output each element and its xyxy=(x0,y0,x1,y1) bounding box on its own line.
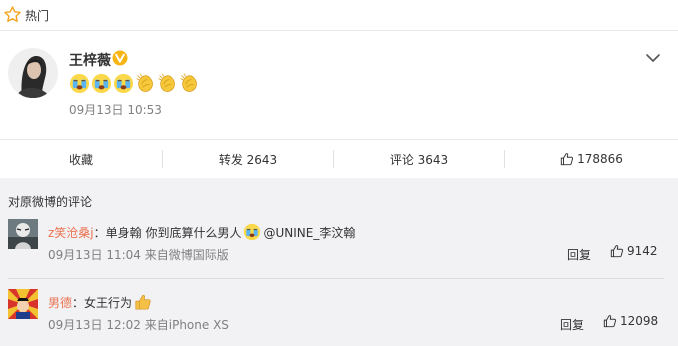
comments-section: 对原微博的评论 z笑沧桑j ： 单身翰 你到底算什么男人 @UNINE_李汶翰 … xyxy=(0,178,678,346)
clapping-hands-icon xyxy=(180,73,197,92)
author-avatar[interactable] xyxy=(8,48,58,98)
favorite-button[interactable]: 收藏 xyxy=(0,140,162,178)
clapping-hands-icon xyxy=(136,73,153,92)
comment-body: 女王行为 xyxy=(84,295,133,310)
comment-meta: 09月13日 12:02 来自iPhone XS xyxy=(48,318,229,332)
comment-colon: ： xyxy=(72,295,85,310)
comment-text: z笑沧桑j ： 单身翰 你到底算什么男人 @UNINE_李汶翰 xyxy=(48,223,355,241)
comment-label: 评论 3643 xyxy=(389,152,449,167)
post-card: 王梓薇 09月13日 10:53 xyxy=(0,31,678,139)
comment-button[interactable]: 评论 3643 xyxy=(334,140,504,178)
like-count: 178866 xyxy=(577,152,623,166)
thumbs-up-icon xyxy=(610,245,624,258)
comment-like-button[interactable]: 9142 xyxy=(610,244,658,258)
author-name[interactable]: 王梓薇 xyxy=(69,50,111,70)
post-action-bar: 收藏 转发 2643 评论 3643 178866 xyxy=(0,139,678,178)
crying-emoji-icon xyxy=(69,73,90,94)
reply-button[interactable]: 回复 xyxy=(567,246,591,263)
hot-header: 热门 xyxy=(0,0,678,31)
comment-meta: 09月13日 11:04 来自微博国际版 xyxy=(48,248,229,262)
reply-button[interactable]: 回复 xyxy=(560,316,584,333)
comment-mention[interactable]: @UNINE_李汶翰 xyxy=(263,224,355,241)
thumbs-up-icon xyxy=(560,153,574,166)
comment-like-button[interactable]: 12098 xyxy=(603,314,658,328)
comment-item: 男德 ： 女王行为 09月13日 12:02 来自iPhone XS 回复 12… xyxy=(8,289,664,339)
verified-v-icon xyxy=(112,50,128,66)
comment-body: 单身翰 你到底算什么男人 xyxy=(105,225,242,240)
comment-colon: ： xyxy=(93,225,106,240)
comment-avatar[interactable] xyxy=(8,289,38,319)
hot-label: 热门 xyxy=(25,9,50,23)
comment-username[interactable]: z笑沧桑j xyxy=(48,224,94,241)
comment-divider xyxy=(8,278,664,279)
comment-avatar[interactable] xyxy=(8,219,38,249)
post-emoji-row xyxy=(69,73,200,95)
crying-emoji-icon xyxy=(244,223,261,241)
post-timestamp[interactable]: 09月13日 10:53 xyxy=(69,101,162,118)
comments-title: 对原微博的评论 xyxy=(8,195,93,209)
crying-emoji-icon xyxy=(113,73,134,94)
comment-like-count: 9142 xyxy=(627,244,658,258)
chevron-down-icon[interactable] xyxy=(644,49,662,67)
star-outline-icon xyxy=(4,6,21,23)
like-button[interactable]: 178866 xyxy=(505,140,678,178)
crying-emoji-icon xyxy=(91,73,112,94)
thumbs-up-icon xyxy=(603,315,617,328)
thumbs-up-emoji-icon xyxy=(135,295,151,310)
comment-item: z笑沧桑j ： 单身翰 你到底算什么男人 @UNINE_李汶翰 09月13日 1… xyxy=(8,219,664,269)
comment-like-count: 12098 xyxy=(620,314,659,328)
favorite-label: 收藏 xyxy=(68,152,93,167)
clapping-hands-icon xyxy=(158,73,175,92)
repost-label: 转发 2643 xyxy=(218,152,278,167)
comment-text: 男德 ： 女王行为 xyxy=(48,293,154,311)
repost-button[interactable]: 转发 2643 xyxy=(163,140,333,178)
comment-username[interactable]: 男德 xyxy=(48,294,72,311)
